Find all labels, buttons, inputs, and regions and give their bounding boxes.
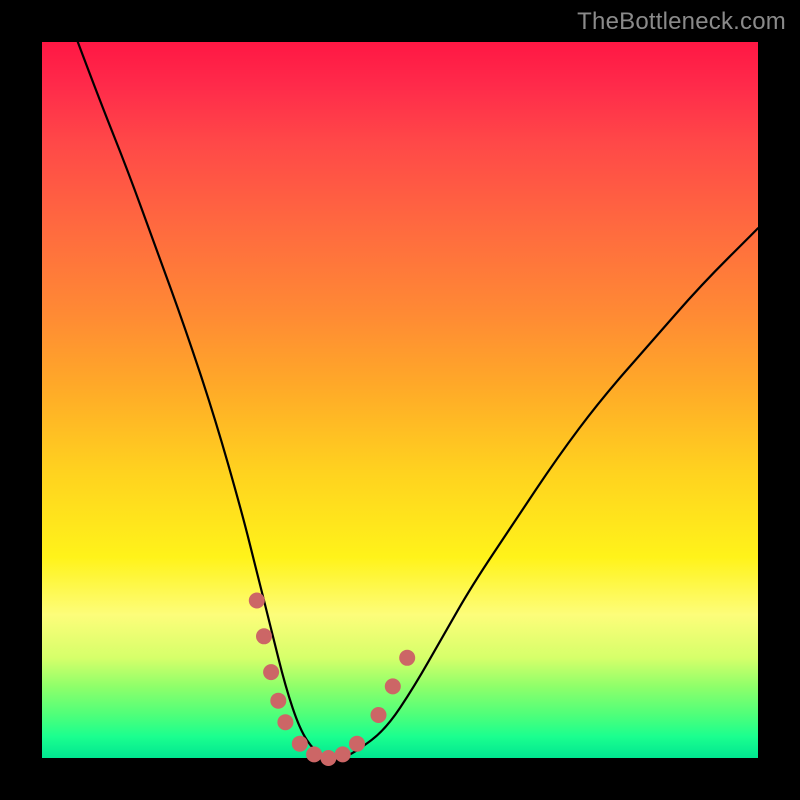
marker-group xyxy=(249,593,415,767)
bottleneck-curve-svg xyxy=(42,42,758,758)
marker-left-cluster xyxy=(256,628,272,644)
marker-left-cluster xyxy=(249,593,265,609)
marker-right-cluster xyxy=(399,650,415,666)
marker-valley xyxy=(292,736,308,752)
marker-right-cluster xyxy=(371,707,387,723)
marker-left-cluster xyxy=(277,714,293,730)
chart-frame: TheBottleneck.com xyxy=(0,0,800,800)
marker-left-cluster xyxy=(270,693,286,709)
marker-valley xyxy=(306,746,322,762)
marker-left-cluster xyxy=(263,664,279,680)
attribution-watermark: TheBottleneck.com xyxy=(577,8,786,36)
marker-valley xyxy=(335,746,351,762)
marker-right-cluster xyxy=(385,678,401,694)
bottleneck-curve xyxy=(78,42,758,758)
marker-valley xyxy=(349,736,365,752)
plot-area xyxy=(42,42,758,758)
marker-valley xyxy=(320,750,336,766)
